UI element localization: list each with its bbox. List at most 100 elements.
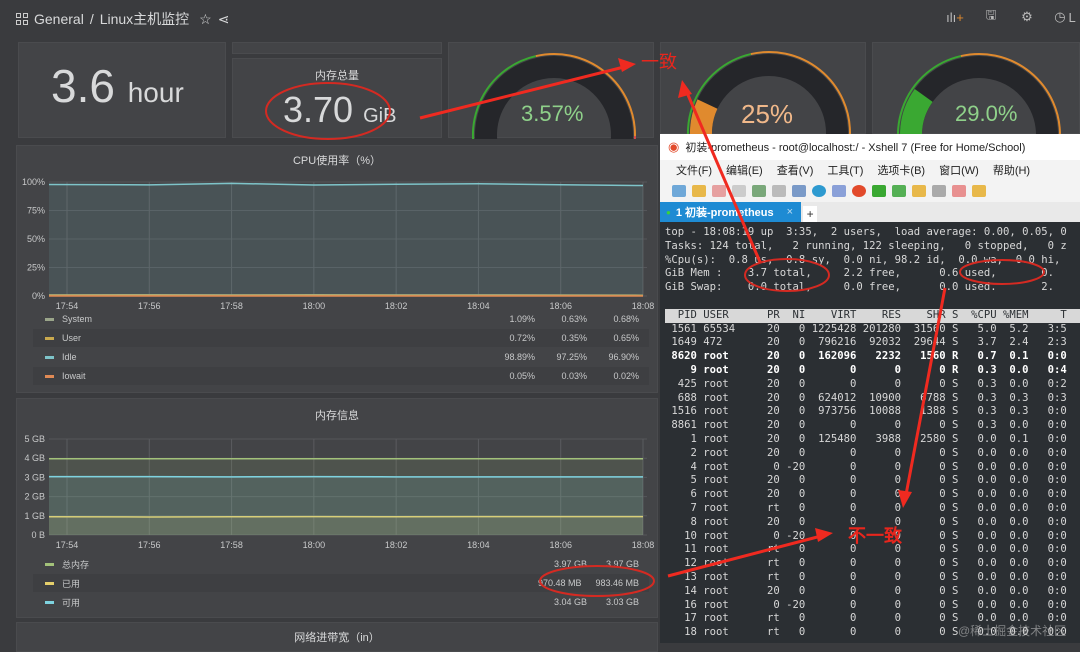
breadcrumb-folder[interactable]: General — [34, 11, 84, 27]
legend-values: 3.97 GB3.97 GB — [549, 559, 639, 569]
menu-item-5[interactable]: 窗口(W) — [939, 162, 979, 178]
breadcrumb-dashboard[interactable]: Linux主机监控 — [100, 9, 189, 29]
gear-icon: ⚙ — [1021, 9, 1033, 25]
memory-chart-plot[interactable]: 5 GB4 GB3 GB2 GB1 GB0 B17:5417:5617:5818… — [17, 425, 659, 575]
y-tick-label: 2 GB — [24, 492, 45, 502]
x-tick-label: 18:04 — [467, 540, 490, 550]
keyboard-icon[interactable] — [932, 185, 946, 197]
legend-item[interactable]: User0.72%0.35%0.65% — [33, 329, 649, 347]
reconnect-icon[interactable] — [712, 185, 726, 197]
memory-total-number: 3.70 — [283, 89, 353, 130]
legend-value: 0.05% — [497, 371, 535, 381]
legend-label: System — [62, 314, 92, 324]
fullscreen-icon[interactable] — [892, 185, 906, 197]
lock-icon[interactable] — [912, 185, 926, 197]
legend-label: Idle — [62, 352, 77, 362]
legend-value: 3.03 GB — [601, 597, 639, 607]
gauge-1-value: 3.57% — [521, 101, 583, 127]
process-row: 1649 472 20 0 796216 92032 29644 S 3.7 2… — [665, 336, 1067, 348]
font-icon[interactable] — [832, 185, 846, 197]
xshell-window: ◉ 初装-prometheus - root@localhost:/ - Xsh… — [660, 134, 1080, 643]
top-summary-line: %Cpu(s): 0.8 us, 0.8 sy, 0.0 ni, 98.2 id… — [665, 254, 1060, 266]
new-tab-button[interactable]: + — [803, 206, 817, 222]
x-tick-label: 17:54 — [56, 540, 79, 550]
menu-item-4[interactable]: 选项卡(B) — [877, 162, 925, 178]
session-status-icon: ● — [666, 208, 671, 217]
memory-total-top-strip — [232, 42, 442, 54]
legend-value: 0.68% — [601, 314, 639, 324]
settings-button[interactable]: ⚙ — [1014, 6, 1040, 28]
process-row: 1 root 20 0 125480 3988 2580 S 0.0 0.1 0… — [665, 433, 1067, 445]
properties-icon[interactable] — [752, 185, 766, 197]
highlight-icon[interactable] — [952, 185, 966, 197]
tab-close-icon[interactable]: × — [787, 206, 793, 218]
dashboards-grid-icon[interactable] — [16, 13, 28, 25]
gauge-2-value: 25% — [741, 99, 793, 130]
star-icon[interactable]: ☆ — [199, 11, 212, 28]
legend-item[interactable]: 可用3.04 GB3.03 GB — [33, 593, 649, 611]
memory-total-value: 3.70 GiB — [283, 89, 396, 131]
legend-item[interactable]: 总内存 3.97 GB3.97 GB — [33, 555, 649, 573]
uptime-panel: 3.6 hour — [18, 42, 226, 138]
save-dashboard-button[interactable]: 🖫 — [978, 6, 1004, 28]
time-picker-label: L — [1069, 10, 1076, 25]
menu-item-3[interactable]: 工具(T) — [827, 162, 863, 178]
share-icon[interactable]: ⋖ — [218, 11, 230, 28]
legend-value: 983.46 MB — [595, 578, 639, 588]
process-row: 1516 root 20 0 973756 10088 1388 S 0.3 0… — [665, 405, 1067, 417]
legend-value: 970.48 MB — [538, 578, 582, 588]
legend-label: 总内存 — [62, 558, 89, 571]
legend-swatch — [45, 601, 54, 604]
menu-item-2[interactable]: 查看(V) — [777, 162, 814, 178]
xftp-icon[interactable] — [872, 185, 886, 197]
legend-value: 0.63% — [549, 314, 587, 324]
legend-value: 0.02% — [601, 371, 639, 381]
session-tab[interactable]: ● 1 初装-prometheus × — [660, 202, 801, 222]
legend-item[interactable]: Iowait0.05%0.03%0.02% — [33, 367, 649, 385]
add-panel-button[interactable]: ılı+ — [942, 6, 968, 28]
menu-item-6[interactable]: 帮助(H) — [993, 162, 1030, 178]
legend-value: 97.25% — [549, 352, 587, 362]
y-tick-label: 75% — [27, 206, 45, 216]
find-icon[interactable] — [772, 185, 786, 197]
cpu-chart-title: CPU使用率（%） — [17, 152, 657, 168]
menu-item-0[interactable]: 文件(F) — [676, 162, 712, 178]
legend-item[interactable]: Idle98.89%97.25%96.90% — [33, 348, 649, 366]
process-row: 425 root 20 0 0 0 0 S 0.3 0.0 0:2 — [665, 378, 1067, 390]
y-tick-label: 3 GB — [24, 472, 45, 482]
legend-item[interactable]: System 1.09% 0.63% 0.68% — [33, 310, 649, 328]
xshell-icon[interactable] — [852, 185, 866, 197]
legend-value: 0.35% — [549, 333, 587, 343]
legend-item[interactable]: 已用 970.48 MB 983.46 MB — [33, 574, 649, 592]
open-folder-icon[interactable] — [692, 185, 706, 197]
y-tick-label: 1 GB — [24, 511, 45, 521]
legend-swatch — [45, 318, 54, 321]
legend-label: 已用 — [62, 577, 80, 590]
memory-total-panel: 内存总量 3.70 GiB — [232, 58, 442, 138]
globe-icon[interactable] — [812, 185, 826, 197]
legend-value: 3.97 GB — [549, 559, 587, 569]
legend-value: 1.09% — [497, 314, 535, 324]
legend-value: 0.72% — [497, 333, 535, 343]
process-row: 8861 root 20 0 0 0 0 S 0.3 0.0 0:0 — [665, 419, 1067, 431]
legend-values: 970.48 MB 983.46 MB — [538, 578, 639, 588]
uptime-unit: hour — [128, 77, 184, 108]
series-area-Idle — [49, 183, 643, 296]
legend-value: 96.90% — [601, 352, 639, 362]
legend-label: 可用 — [62, 596, 80, 609]
menu-item-1[interactable]: 编辑(E) — [726, 162, 763, 178]
x-tick-label: 18:00 — [303, 540, 326, 550]
disconnect-icon[interactable] — [732, 185, 746, 197]
process-row: 2 root 20 0 0 0 0 S 0.0 0.0 0:0 — [665, 447, 1067, 459]
terminal[interactable]: top - 18:08:19 up 3:35, 2 users, load av… — [660, 222, 1080, 643]
script-icon[interactable] — [972, 185, 986, 197]
xshell-logo-icon: ◉ — [668, 139, 679, 155]
top-summary-line: top - 18:08:19 up 3:35, 2 users, load av… — [665, 226, 1067, 238]
annotation-inconsistent: 不一致 — [848, 522, 902, 548]
save-icon: 🖫 — [985, 6, 996, 28]
time-picker-button[interactable]: ◷L — [1050, 6, 1080, 28]
layout-icon[interactable] — [792, 185, 806, 197]
memory-chart-title: 内存信息 — [17, 407, 657, 423]
legend-swatch — [45, 582, 54, 585]
new-session-icon[interactable] — [672, 185, 686, 197]
